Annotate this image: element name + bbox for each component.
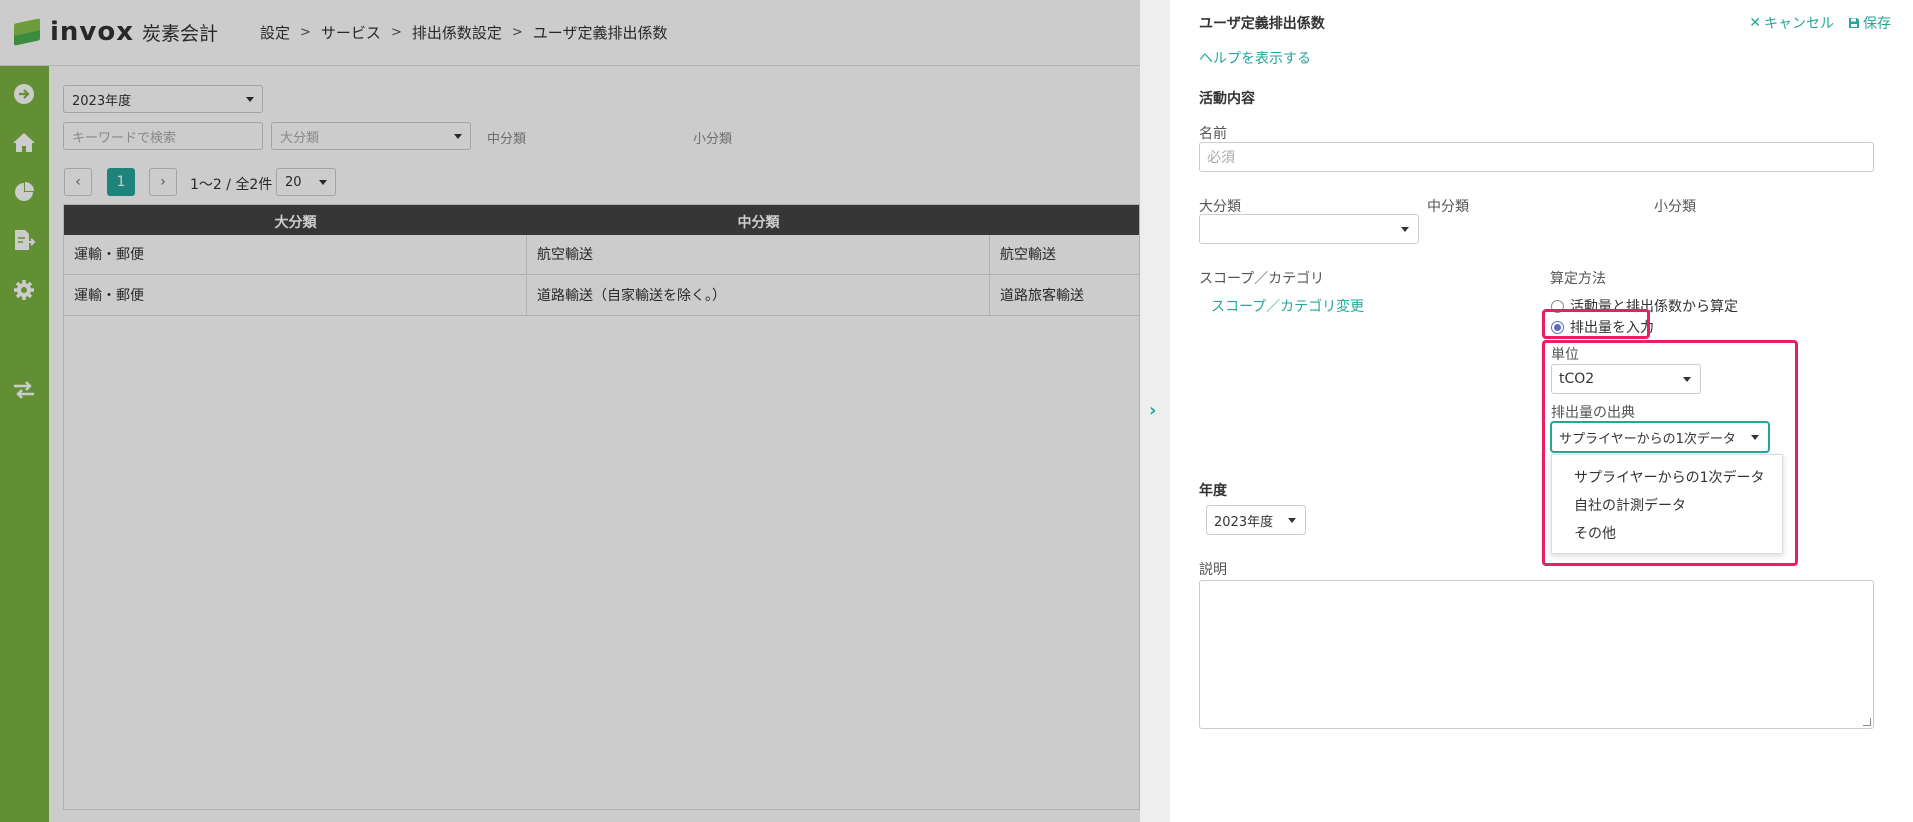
caret-down-icon (1288, 518, 1296, 523)
help-link[interactable]: ヘルプを表示する (1199, 48, 1311, 68)
emission-source-value: サプライヤーからの1次データ (1559, 431, 1736, 447)
description-label: 説明 (1199, 562, 1227, 578)
caret-down-icon (1683, 377, 1691, 382)
emission-source-dropdown: サプライヤーからの1次データ 自社の計測データ その他 (1551, 454, 1783, 554)
modal-overlay[interactable] (0, 0, 1140, 822)
year-section-title: 年度 (1199, 483, 1227, 499)
calculation-method-label: 算定方法 (1550, 271, 1606, 287)
unit-select[interactable]: tCO2 (1551, 364, 1701, 394)
chevron-right-icon[interactable]: › (1149, 400, 1156, 421)
dropdown-option[interactable]: 自社の計測データ (1574, 495, 1686, 515)
dropdown-option[interactable]: サプライヤーからの1次データ (1574, 467, 1765, 487)
year-select[interactable]: 2023年度 (1206, 505, 1306, 535)
unit-select-value: tCO2 (1559, 371, 1595, 387)
name-input[interactable]: 必須 (1199, 142, 1874, 172)
scope-category-change-link[interactable]: スコープ／カテゴリ変更 (1211, 296, 1364, 316)
panel-gutter: › (1140, 0, 1170, 822)
edit-panel: ユーザ定義排出係数 ✕ キャンセル 保存 ヘルプを表示する 活動内容 名前 必須… (1170, 0, 1913, 822)
close-icon: ✕ (1749, 15, 1761, 31)
middle-category-label: 中分類 (1427, 199, 1469, 215)
description-textarea[interactable] (1199, 580, 1874, 729)
caret-down-icon (1401, 227, 1409, 232)
scope-category-label: スコープ／カテゴリ (1199, 271, 1325, 287)
major-category-select[interactable] (1199, 214, 1419, 244)
caret-down-icon (1751, 435, 1759, 440)
cancel-label: キャンセル (1764, 16, 1834, 32)
name-label: 名前 (1199, 126, 1227, 142)
minor-category-label: 小分類 (1654, 199, 1696, 215)
save-icon (1849, 18, 1859, 28)
highlight-box (1542, 309, 1650, 339)
panel-title: ユーザ定義排出係数 (1199, 16, 1325, 32)
resize-handle-icon[interactable] (1863, 718, 1871, 726)
save-button[interactable]: 保存 (1848, 13, 1891, 33)
unit-label: 単位 (1551, 347, 1579, 363)
year-select-value: 2023年度 (1214, 514, 1274, 530)
background-app: invox 炭素会計 設定 > サービス > 排出係数設定 > ユーザ定義排出係… (0, 0, 1140, 822)
activity-section-title: 活動内容 (1199, 91, 1255, 107)
emission-source-label: 排出量の出典 (1551, 405, 1635, 421)
panel-actions: ✕ キャンセル 保存 (1749, 13, 1891, 33)
cancel-button[interactable]: ✕ キャンセル (1749, 13, 1834, 33)
emission-source-select[interactable]: サプライヤーからの1次データ (1551, 422, 1769, 452)
major-category-label: 大分類 (1199, 199, 1241, 215)
save-label: 保存 (1863, 16, 1891, 32)
dropdown-option[interactable]: その他 (1574, 523, 1616, 543)
